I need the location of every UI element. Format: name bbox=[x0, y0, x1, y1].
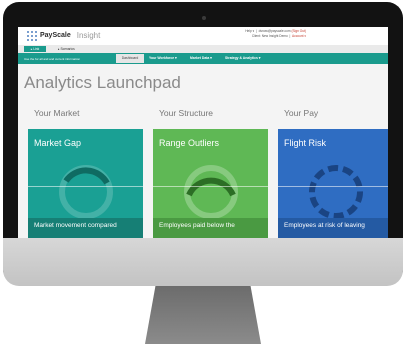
section-your-pay: Your Pay bbox=[284, 108, 319, 118]
scenarios-button[interactable]: ▸ Scenarios bbox=[58, 46, 75, 52]
card-divider bbox=[153, 186, 268, 187]
desktop-scene: PayScale Insight Help ▾ | dsnow@payscale… bbox=[0, 0, 406, 344]
card-title: Market Gap bbox=[34, 138, 82, 148]
gauge-icon bbox=[59, 165, 113, 219]
card-title: Flight Risk bbox=[284, 138, 327, 148]
section-your-market: Your Market bbox=[34, 108, 80, 118]
top-header: PayScale Insight Help ▾ | dsnow@payscale… bbox=[18, 27, 388, 45]
logo-dots-icon bbox=[26, 30, 37, 41]
help-menu[interactable]: Help ▾ bbox=[245, 29, 254, 33]
webcam-dot bbox=[202, 16, 206, 20]
user-email: dsnow@payscale.com bbox=[258, 29, 291, 33]
gauge-icon bbox=[184, 165, 238, 219]
nav-hint-text: Use the for all and and current informat… bbox=[24, 57, 81, 61]
card-divider bbox=[278, 186, 388, 187]
sub-toolbar: ▸ Link ▸ Scenarios bbox=[18, 45, 388, 53]
monitor-chin bbox=[3, 238, 403, 286]
logo-text: PayScale bbox=[40, 32, 71, 39]
card-footer: Market movement compared bbox=[28, 218, 143, 238]
app-name: Insight bbox=[76, 31, 101, 40]
main-nav: Use the for all and and current informat… bbox=[18, 53, 388, 64]
range-outliers-card[interactable]: Range Outliers Employees paid below the bbox=[153, 129, 268, 238]
client-name: Client: New Insight Demo bbox=[251, 34, 288, 38]
sign-out-link[interactable]: (Sign Out) bbox=[291, 29, 306, 33]
payscale-logo[interactable]: PayScale Insight bbox=[26, 30, 100, 41]
app-screen: PayScale Insight Help ▾ | dsnow@payscale… bbox=[18, 27, 388, 238]
section-your-structure: Your Structure bbox=[159, 108, 214, 118]
link-button[interactable]: ▸ Link bbox=[24, 46, 46, 52]
account-menu[interactable]: Account ▾ bbox=[292, 34, 306, 38]
user-menu: Help ▾ | dsnow@payscale.com (Sign Out) C… bbox=[245, 29, 306, 38]
nav-market-data[interactable]: Market Data ▾ bbox=[190, 56, 212, 61]
market-gap-card[interactable]: Market Gap Market movement compared bbox=[28, 129, 143, 238]
card-title: Range Outliers bbox=[159, 138, 220, 148]
card-footer: Employees at risk of leaving bbox=[278, 218, 388, 238]
card-divider bbox=[28, 186, 143, 187]
card-footer: Employees paid below the bbox=[153, 218, 268, 238]
gauge-icon bbox=[309, 165, 363, 219]
nav-workforce[interactable]: Your Workforce ▾ bbox=[149, 56, 177, 61]
flight-risk-card[interactable]: Flight Risk Employees at risk of leaving bbox=[278, 129, 388, 238]
page-title: Analytics Launchpad bbox=[24, 73, 181, 92]
monitor-stand bbox=[145, 286, 261, 344]
nav-strategy-analytics[interactable]: Strategy & Analytics ▾ bbox=[225, 56, 261, 61]
nav-dashboard-tab[interactable]: Dashboard bbox=[116, 54, 144, 63]
